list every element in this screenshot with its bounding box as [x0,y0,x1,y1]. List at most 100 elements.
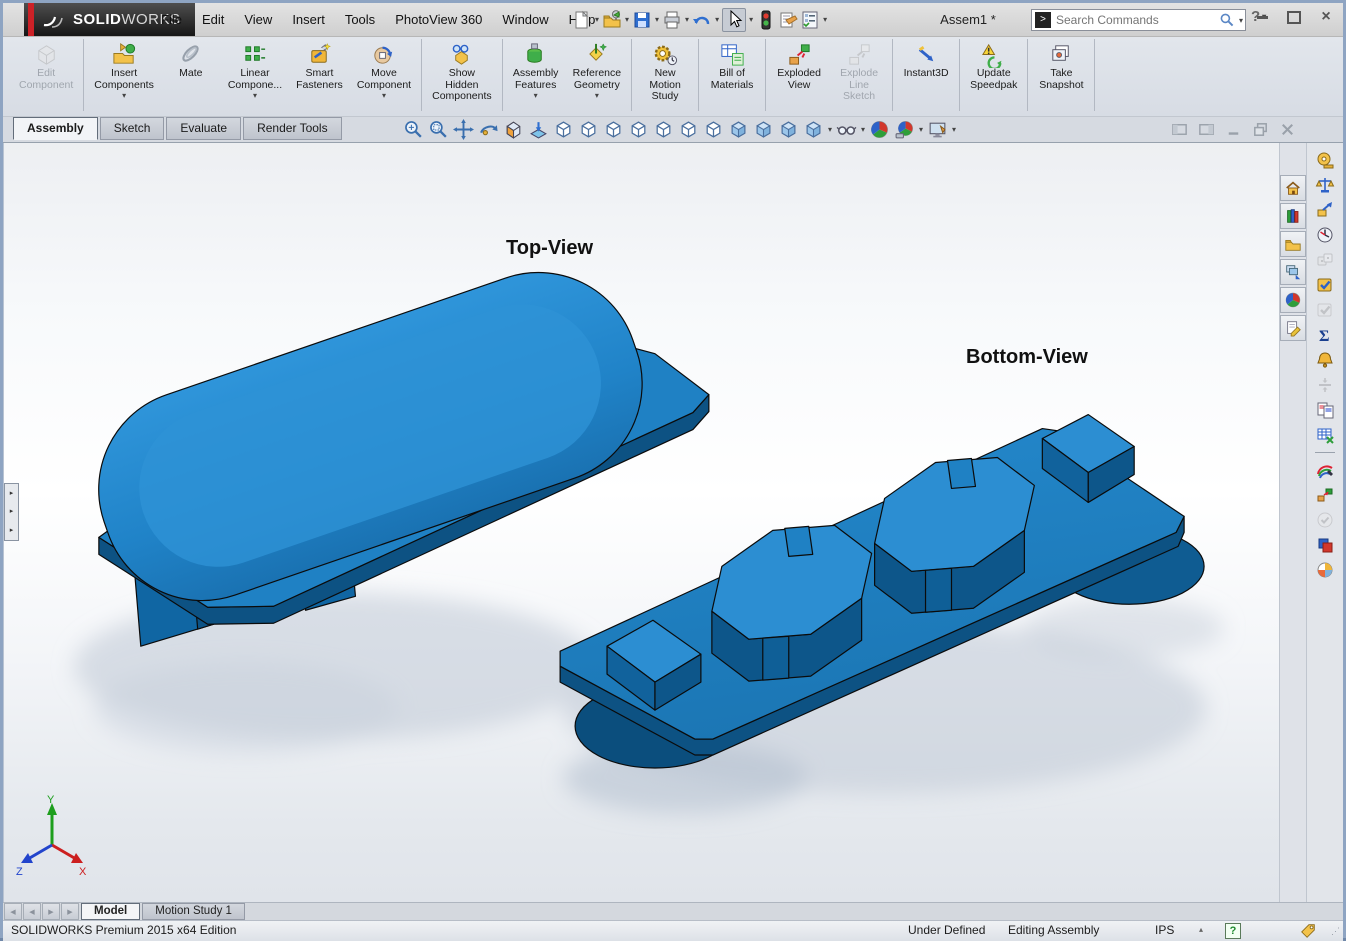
assembly-features-button[interactable]: AssemblyFeatures▾ [506,39,566,100]
dropdown-caret-icon[interactable]: ▾ [382,91,386,100]
search-input[interactable] [1054,12,1219,28]
win-close-button[interactable] [1278,120,1297,144]
dropdown-caret-icon[interactable]: ▾ [534,91,538,100]
multi-sphere-button[interactable] [1314,559,1336,581]
shaded-cube-button[interactable] [778,119,799,140]
win-min-button[interactable] [1224,120,1243,144]
quick-tips-icon[interactable]: ? [1225,923,1241,939]
tab-render-tools[interactable]: Render Tools [243,117,342,140]
select-cursor-caret-icon[interactable]: ▾ [749,15,753,24]
shaded-cube-caret-icon[interactable]: ▾ [828,125,832,134]
graphics-viewport[interactable]: Top-View Bottom-View ▸▸▸ Y X Z [3,143,1279,902]
search-icon[interactable] [1219,12,1235,28]
resize-grip[interactable]: ⋰ [1331,926,1341,937]
feature-manager-flyout[interactable]: ▸▸▸ [4,483,19,541]
zoom-to-area-button[interactable] [428,119,449,140]
view-cube-button[interactable] [578,119,599,140]
print-caret-icon[interactable]: ▾ [685,15,689,24]
section-view-button[interactable] [503,119,524,140]
exploded-view-button[interactable]: ExplodedView [769,39,829,91]
menu-item-insert[interactable]: Insert [282,12,335,27]
compare-documents-button[interactable] [1314,399,1336,421]
view-cube-button[interactable] [603,119,624,140]
split-pane-left-button[interactable] [1170,120,1189,144]
view-cube-button[interactable] [553,119,574,140]
file-properties-button[interactable] [778,10,798,30]
win-restore-button[interactable] [1251,120,1270,144]
pan-button[interactable] [453,119,474,140]
task-pane-tab-view-palette[interactable] [1280,259,1306,285]
design-table-button[interactable] [1314,424,1336,446]
save-button[interactable] [632,10,652,30]
equations-sigma-button[interactable]: Σ [1314,324,1336,346]
doc-tab-model[interactable]: Model [81,903,140,920]
units-selector[interactable]: IPS [1155,923,1174,937]
linear-compone-button[interactable]: LinearCompone...▾ [221,39,289,100]
minimize-button[interactable] [1251,8,1273,26]
menu-item-file[interactable]: File [151,12,192,27]
reference-geometry-button[interactable]: ReferenceGeometry▾ [566,39,628,100]
view-cube-button[interactable] [678,119,699,140]
tab-sketch[interactable]: Sketch [100,117,165,140]
next-tab-button[interactable]: ▶ [42,903,60,920]
instant3d-button[interactable]: Instant3D [896,39,956,80]
appearance-brush-button[interactable] [1314,459,1336,481]
view-cube-button[interactable] [628,119,649,140]
hide-show-glasses-caret-icon[interactable]: ▾ [861,125,865,134]
shaded-cube-button[interactable] [753,119,774,140]
restore-button[interactable] [1283,8,1305,26]
undo-caret-icon[interactable]: ▾ [715,15,719,24]
split-pane-right-button[interactable] [1197,120,1216,144]
open-folder-caret-icon[interactable]: ▾ [625,15,629,24]
options-list-button[interactable] [800,10,820,30]
menu-item-window[interactable]: Window [492,12,558,27]
search-commands-box[interactable]: > ▾ [1031,9,1246,31]
last-tab-button[interactable]: ▶ [61,903,79,920]
new-document-button[interactable] [572,10,592,30]
scene-ball-button[interactable] [894,119,915,140]
mass-properties-scale-button[interactable] [1314,174,1336,196]
view-cube-button[interactable] [653,119,674,140]
units-caret-icon[interactable]: ▴ [1199,925,1203,934]
open-folder-button[interactable] [602,10,622,30]
doc-tab-motion-study-1[interactable]: Motion Study 1 [142,903,245,920]
dropdown-caret-icon[interactable]: ▾ [122,91,126,100]
scene-ball-caret-icon[interactable]: ▾ [919,125,923,134]
select-cursor-button[interactable] [722,8,746,32]
shaded-cube-button[interactable] [728,119,749,140]
assembly-scene[interactable] [4,143,1279,901]
exploded-blocks-button[interactable] [1314,484,1336,506]
move-component-button[interactable]: MoveComponent▾ [350,39,418,100]
check-document-button[interactable] [1314,274,1336,296]
prev-tab-button[interactable]: ◀ [23,903,41,920]
rotate-view-button[interactable] [478,119,499,140]
performance-clock-button[interactable] [1314,224,1336,246]
close-button[interactable]: × [1315,8,1337,26]
first-tab-button[interactable]: ◀ [4,903,22,920]
shaded-cube-button[interactable] [803,119,824,140]
dropdown-caret-icon[interactable]: ▾ [595,91,599,100]
bill-of-materials-button[interactable]: Bill ofMaterials [702,39,762,91]
search-caret-icon[interactable]: ▾ [1239,16,1243,25]
menu-item-view[interactable]: View [234,12,282,27]
tab-evaluate[interactable]: Evaluate [166,117,241,140]
appearance-ball-button[interactable] [869,119,890,140]
smart-fasteners-button[interactable]: SmartFasteners [289,39,350,91]
task-pane-tab-file-explorer-folder[interactable] [1280,231,1306,257]
view-settings-monitor-button[interactable] [927,119,948,140]
model-top-view[interactable] [72,245,709,646]
move-arrow-button[interactable] [1314,199,1336,221]
insert-components-button[interactable]: InsertComponents▾ [87,39,161,100]
mate-button[interactable]: Mate [161,39,221,80]
view-settings-monitor-caret-icon[interactable]: ▾ [952,125,956,134]
new-document-caret-icon[interactable]: ▾ [595,15,599,24]
task-pane-tab-design-library-books[interactable] [1280,203,1306,229]
zoom-to-fit-button[interactable] [403,119,424,140]
show-hidden-components-button[interactable]: ShowHiddenComponents [425,39,499,103]
menu-item-tools[interactable]: Tools [335,12,385,27]
measure-tape-button[interactable] [1314,149,1336,171]
menu-item-edit[interactable]: Edit [192,12,234,27]
new-motion-study-button[interactable]: NewMotionStudy [635,39,695,103]
tag-icon[interactable] [1299,922,1317,940]
task-pane-tab-appearances-ball[interactable] [1280,287,1306,313]
